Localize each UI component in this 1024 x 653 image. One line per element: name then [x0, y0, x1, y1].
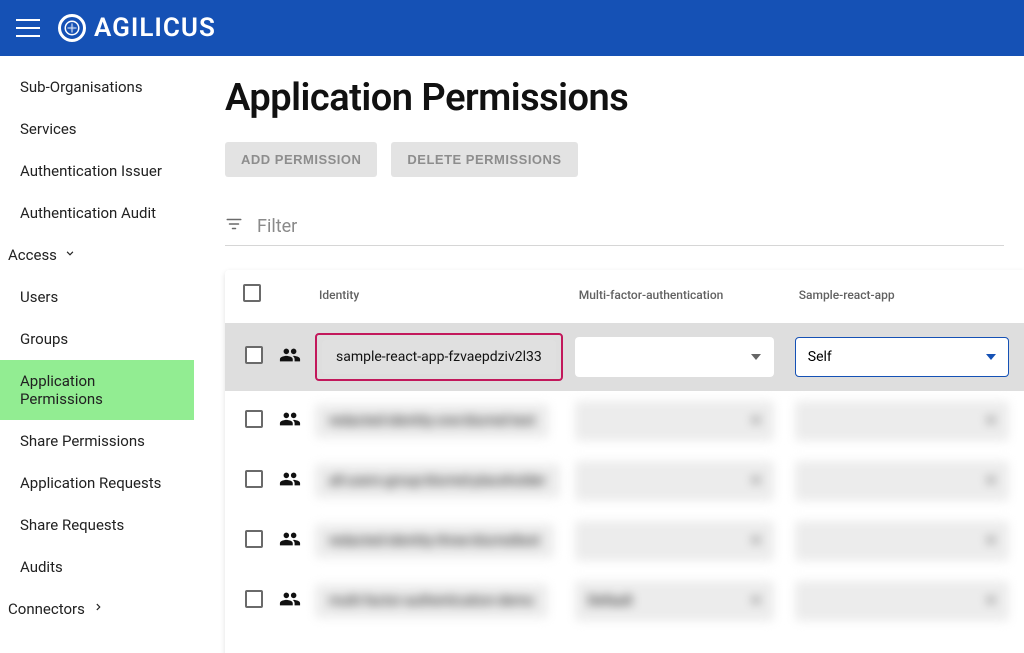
app-select[interactable] — [795, 521, 1009, 561]
mfa-select[interactable]: Default — [575, 581, 775, 621]
table-row: sample-react-app-fzvaepdziv2l33 Self — [225, 323, 1024, 391]
column-header-identity: Identity — [309, 270, 569, 323]
table-row: multi-factor-authentication-demo Default — [225, 571, 1024, 631]
group-icon — [279, 415, 301, 434]
row-checkbox[interactable] — [245, 590, 263, 608]
dropdown-caret-icon — [986, 354, 996, 360]
sidebar-item-application-requests[interactable]: Application Requests — [0, 462, 194, 504]
brand-name: AGILICUS — [94, 13, 216, 43]
dropdown-caret-icon — [986, 418, 996, 424]
sidebar-item-users[interactable]: Users — [0, 276, 194, 318]
identity-chip[interactable]: sample-react-app-fzvaepdziv2l33 — [322, 340, 556, 374]
sidebar-item-groups[interactable]: Groups — [0, 318, 194, 360]
identity-chip[interactable]: redacted-identity-one-blurred-text — [315, 404, 549, 438]
sidebar-group-access-label: Access — [8, 246, 57, 264]
table-row: all-users-group-blurred-placeholder — [225, 451, 1024, 511]
dropdown-caret-icon — [751, 478, 761, 484]
app-select[interactable] — [795, 461, 1009, 501]
mfa-select[interactable] — [575, 521, 775, 561]
dropdown-caret-icon — [986, 478, 996, 484]
chevron-right-icon — [91, 600, 105, 618]
sidebar-item-share-permissions[interactable]: Share Permissions — [0, 420, 194, 462]
chevron-down-icon — [63, 246, 77, 264]
row-checkbox[interactable] — [245, 530, 263, 548]
table-row: redacted-identity-three-blurredtext — [225, 511, 1024, 571]
menu-icon[interactable] — [16, 19, 40, 37]
column-header-app: Sample-react-app — [789, 270, 1024, 323]
sidebar-item-sub-organisations[interactable]: Sub-Organisations — [0, 66, 194, 108]
sidebar-item-authentication-issuer[interactable]: Authentication Issuer — [0, 150, 194, 192]
select-all-checkbox[interactable] — [243, 284, 261, 302]
table-footer: Items per — [225, 631, 1024, 653]
group-icon — [279, 475, 301, 494]
sidebar-item-authentication-audit[interactable]: Authentication Audit — [0, 192, 194, 234]
group-icon — [279, 351, 301, 370]
filter-list-icon — [225, 215, 243, 237]
identity-chip[interactable]: all-users-group-blurred-placeholder — [315, 464, 560, 498]
identity-highlight: sample-react-app-fzvaepdziv2l33 — [315, 333, 563, 381]
main-content: Application Permissions ADD PERMISSION D… — [195, 56, 1024, 653]
mfa-select[interactable] — [575, 461, 775, 501]
filter-bar[interactable]: Filter — [225, 215, 1004, 246]
add-permission-button[interactable]: ADD PERMISSION — [225, 142, 377, 177]
sidebar: Sub-Organisations Services Authenticatio… — [0, 56, 195, 653]
sidebar-group-connectors-label: Connectors — [8, 600, 85, 618]
row-checkbox[interactable] — [245, 410, 263, 428]
group-icon — [279, 535, 301, 554]
dropdown-caret-icon — [986, 598, 996, 604]
sidebar-group-connectors[interactable]: Connectors — [0, 588, 194, 630]
delete-permissions-button[interactable]: DELETE PERMISSIONS — [391, 142, 577, 177]
dropdown-caret-icon — [751, 598, 761, 604]
dropdown-caret-icon — [986, 538, 996, 544]
dropdown-caret-icon — [751, 538, 761, 544]
sidebar-group-access[interactable]: Access — [0, 234, 194, 276]
brand-logo[interactable]: AGILICUS — [58, 13, 216, 43]
dropdown-caret-icon — [751, 354, 761, 360]
row-checkbox[interactable] — [245, 346, 263, 364]
sidebar-item-application-permissions[interactable]: Application Permissions — [0, 360, 194, 420]
app-select[interactable] — [795, 581, 1009, 621]
app-select[interactable]: Self — [795, 337, 1009, 377]
brand-compass-icon — [58, 14, 86, 42]
dropdown-caret-icon — [751, 418, 761, 424]
permissions-table: Identity Multi-factor-authentication Sam… — [225, 270, 1024, 653]
column-header-mfa: Multi-factor-authentication — [569, 270, 789, 323]
sidebar-item-services[interactable]: Services — [0, 108, 194, 150]
app-bar: AGILICUS — [0, 0, 1024, 56]
sidebar-item-share-requests[interactable]: Share Requests — [0, 504, 194, 546]
identity-chip[interactable]: multi-factor-authentication-demo — [315, 584, 548, 618]
row-checkbox[interactable] — [245, 470, 263, 488]
identity-chip[interactable]: redacted-identity-three-blurredtext — [315, 524, 554, 558]
mfa-select[interactable] — [575, 401, 775, 441]
table-row: redacted-identity-one-blurred-text — [225, 391, 1024, 451]
group-icon — [279, 595, 301, 614]
sidebar-item-audits[interactable]: Audits — [0, 546, 194, 588]
app-select[interactable] — [795, 401, 1009, 441]
filter-label: Filter — [257, 216, 297, 237]
mfa-select[interactable] — [575, 337, 775, 377]
page-title: Application Permissions — [225, 76, 1024, 120]
